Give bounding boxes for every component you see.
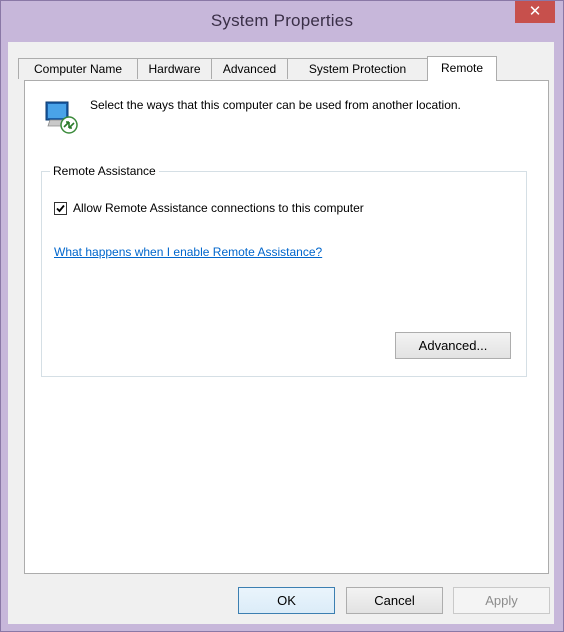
apply-button[interactable]: Apply — [453, 587, 550, 614]
remote-assistance-group-label: Remote Assistance — [50, 164, 159, 178]
allow-remote-assistance-checkbox-row[interactable]: Allow Remote Assistance connections to t… — [54, 201, 364, 215]
ok-button[interactable]: OK — [238, 587, 335, 614]
cancel-button[interactable]: Cancel — [346, 587, 443, 614]
remote-assistance-help-link[interactable]: What happens when I enable Remote Assist… — [54, 245, 322, 259]
tab-advanced[interactable]: Advanced — [211, 58, 288, 79]
close-button[interactable]: ✕ — [515, 1, 555, 23]
remote-computer-icon — [44, 98, 80, 134]
intro-text: Select the ways that this computer can b… — [90, 98, 461, 112]
allow-remote-assistance-checkbox[interactable] — [54, 201, 67, 215]
window-title: System Properties — [210, 11, 354, 30]
tab-remote[interactable]: Remote — [427, 56, 497, 81]
checkmark-icon — [56, 204, 65, 212]
close-icon: ✕ — [528, 3, 542, 20]
tab-computer-name[interactable]: Computer Name — [18, 58, 138, 79]
advanced-button[interactable]: Advanced... — [395, 332, 511, 359]
tab-system-protection[interactable]: System Protection — [287, 58, 428, 79]
title-bar[interactable]: System Properties ✕ — [1, 1, 563, 43]
allow-remote-assistance-label: Allow Remote Assistance connections to t… — [73, 201, 364, 215]
tab-hardware[interactable]: Hardware — [137, 58, 212, 79]
